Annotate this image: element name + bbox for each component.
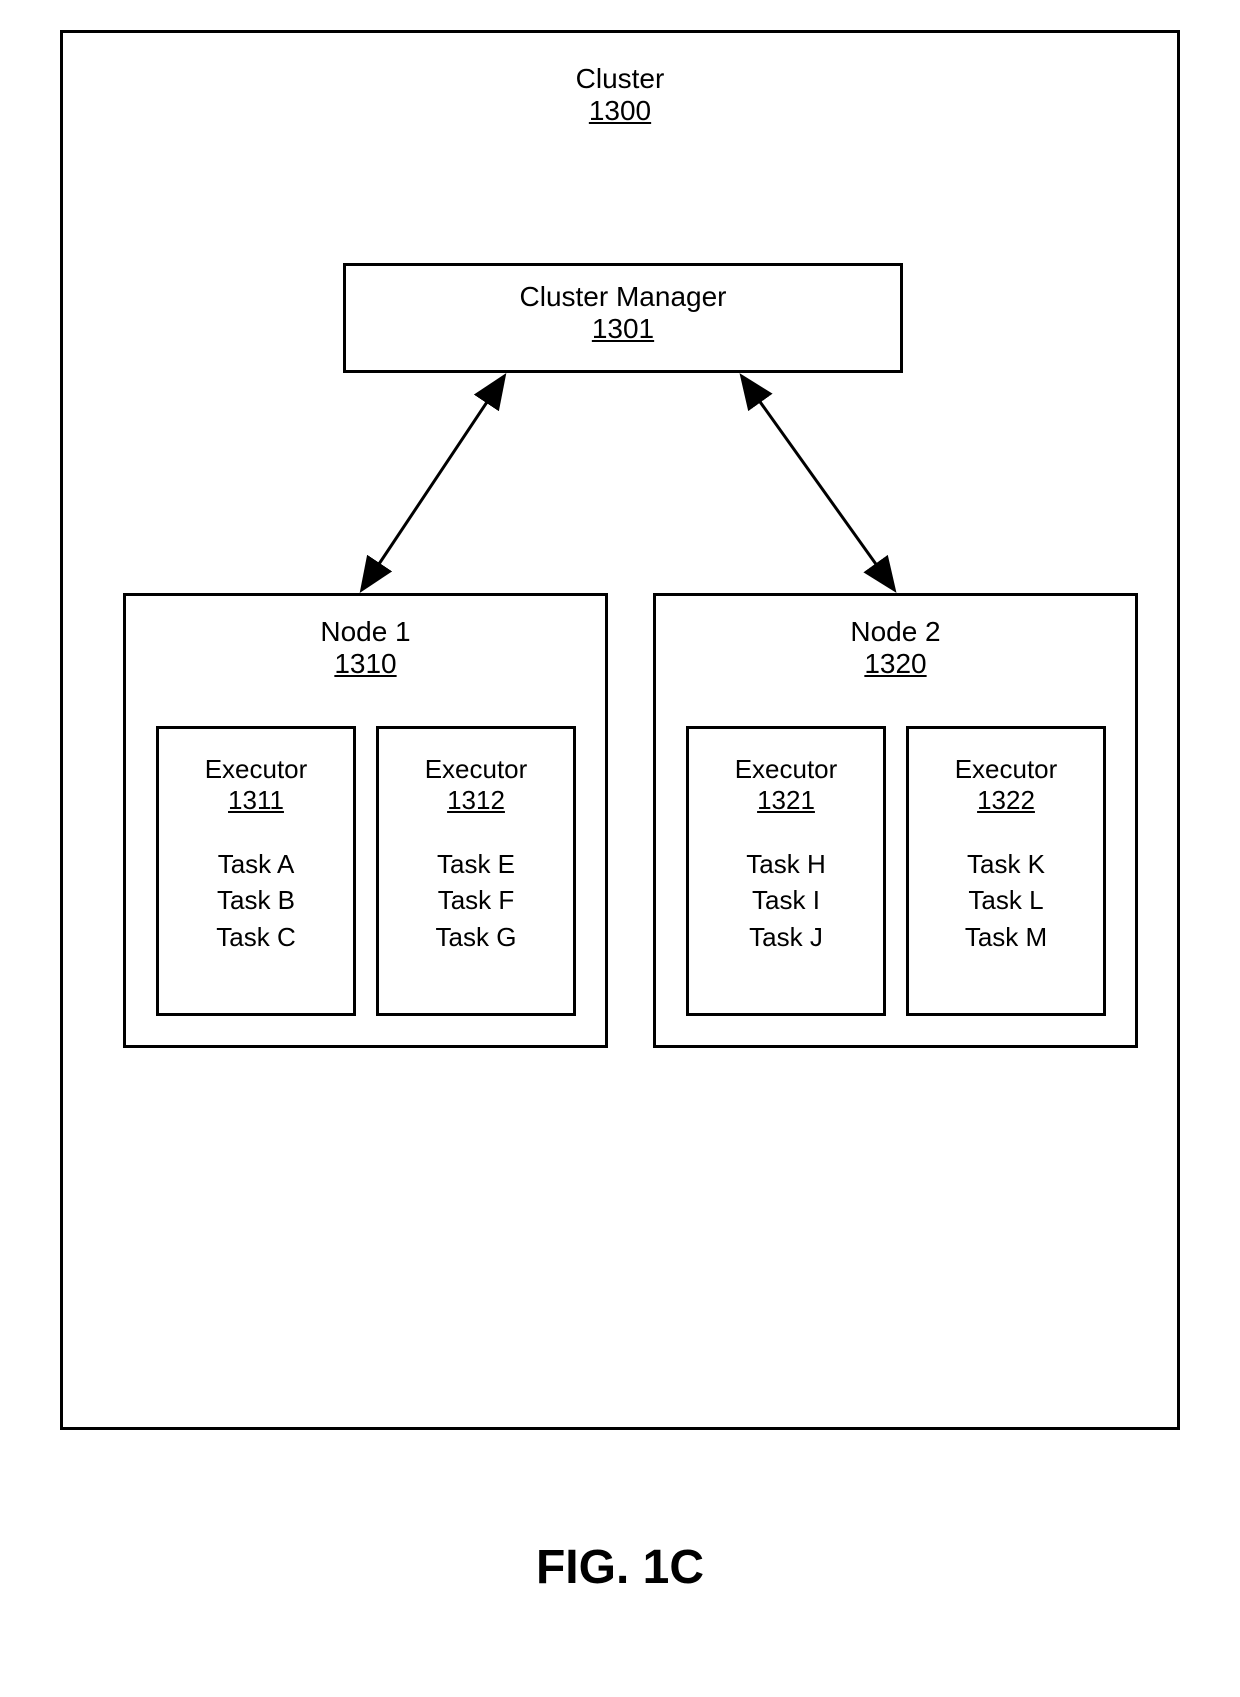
task-item: Task B — [159, 882, 353, 918]
cluster-manager-ref: 1301 — [346, 313, 900, 345]
executor-tasks: Task K Task L Task M — [909, 846, 1103, 955]
task-item: Task E — [379, 846, 573, 882]
executor-title: Executor — [689, 754, 883, 785]
figure-label: FIG. 1C — [0, 1540, 1240, 1595]
task-item: Task C — [159, 919, 353, 955]
task-item: Task L — [909, 882, 1103, 918]
executor-tasks: Task E Task F Task G — [379, 846, 573, 955]
node-2-ref: 1320 — [656, 648, 1135, 680]
node-1-title: Node 1 — [126, 616, 605, 648]
cluster-title: Cluster — [63, 63, 1177, 95]
task-item: Task A — [159, 846, 353, 882]
executor-1312-box: Executor 1312 Task E Task F Task G — [376, 726, 576, 1016]
node-2-box: Node 2 1320 Executor 1321 Task H Task I … — [653, 593, 1138, 1048]
executor-tasks: Task H Task I Task J — [689, 846, 883, 955]
cluster-manager-box: Cluster Manager 1301 — [343, 263, 903, 373]
executor-ref: 1312 — [379, 785, 573, 816]
executor-title: Executor — [379, 754, 573, 785]
cluster-container: Cluster 1300 Cluster Manager 1301 Node 1… — [60, 30, 1180, 1430]
task-item: Task K — [909, 846, 1103, 882]
task-item: Task J — [689, 919, 883, 955]
executor-ref: 1322 — [909, 785, 1103, 816]
executor-title: Executor — [909, 754, 1103, 785]
cluster-ref: 1300 — [63, 95, 1177, 127]
task-item: Task G — [379, 919, 573, 955]
executor-1311-box: Executor 1311 Task A Task B Task C — [156, 726, 356, 1016]
cluster-manager-title: Cluster Manager — [346, 281, 900, 313]
node-1-box: Node 1 1310 Executor 1311 Task A Task B … — [123, 593, 608, 1048]
task-item: Task I — [689, 882, 883, 918]
executor-1321-box: Executor 1321 Task H Task I Task J — [686, 726, 886, 1016]
task-item: Task F — [379, 882, 573, 918]
node-2-title: Node 2 — [656, 616, 1135, 648]
executor-ref: 1311 — [159, 785, 353, 816]
executor-ref: 1321 — [689, 785, 883, 816]
task-item: Task H — [689, 846, 883, 882]
executor-1322-box: Executor 1322 Task K Task L Task M — [906, 726, 1106, 1016]
node-1-ref: 1310 — [126, 648, 605, 680]
executor-title: Executor — [159, 754, 353, 785]
task-item: Task M — [909, 919, 1103, 955]
executor-tasks: Task A Task B Task C — [159, 846, 353, 955]
